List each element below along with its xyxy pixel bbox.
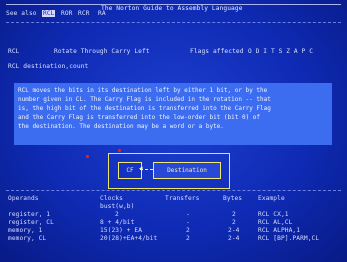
table-row-bytes: 2 (232, 219, 236, 226)
table-row-clocks: 8 + 4/bit (100, 219, 135, 226)
table-header-transfers: Transfers (165, 195, 200, 202)
menu-rcl[interactable]: RCL (42, 10, 56, 17)
red-dot-icon (86, 155, 89, 158)
table-row-example: RCL [BP].PARM,CL (258, 235, 320, 242)
destination-box: Destination (153, 162, 221, 179)
table-row-transfers: - (186, 219, 190, 226)
flags-affected-label: Flags affected (190, 48, 244, 55)
header-divider (6, 22, 341, 23)
table-row-operands: memory, CL (8, 235, 47, 242)
menu-rcr[interactable]: RCR (78, 10, 89, 17)
description-panel: RCL moves the bits in its destination le… (14, 83, 332, 145)
menu-ra[interactable]: RA (98, 10, 106, 17)
rotation-diagram: CF ◀ Destination (108, 153, 230, 189)
table-header-clocks: Clocks (100, 195, 123, 202)
table-row-clocks: 15(23) + EA (100, 227, 143, 234)
description-line: the destination. The destination may be … (18, 123, 224, 130)
menu-ror[interactable]: ROR (61, 10, 72, 17)
description-line: RCL moves the bits in its destination le… (18, 87, 268, 94)
title-bar: The Norton Guide to Assembly Language (6, 4, 341, 14)
norton-guide-screen: The Norton Guide to Assembly Language Se… (0, 0, 347, 262)
table-header-operands: Operands (8, 195, 39, 202)
table-row-clocks: 20(28)+EA+4/bit (100, 235, 158, 242)
arrow-left-icon: ◀ (139, 165, 143, 172)
table-header-example: Example (258, 195, 285, 202)
description-line: number given in CL. The Carry Flag is in… (18, 96, 271, 103)
table-row-bytes: 2-4 (228, 227, 240, 234)
table-divider (6, 190, 341, 191)
menu-see-also[interactable]: See also (6, 10, 37, 17)
table-row-example: RCL AL,CL (258, 219, 293, 226)
table-row-example: RCL CX,1 (258, 211, 289, 218)
table-row-operands: register, 1 (8, 211, 51, 218)
table-row-transfers: 2 (186, 227, 190, 234)
table-row-operands: register, CL (8, 219, 54, 226)
table-row-transfers: 2 (186, 235, 190, 242)
table-row-operands: memory, 1 (8, 227, 43, 234)
table-header-clocks-sub: bust(w,b) (100, 203, 135, 210)
flags-affected-value: O D I T S Z A P C (248, 48, 314, 55)
table-row-transfers: - (186, 211, 190, 218)
instruction-name: Rotate Through Carry Left (54, 48, 150, 55)
table-row-bytes: 2 (232, 211, 236, 218)
table-row-clocks: 2 (115, 211, 119, 218)
description-line: is, the high bit of the destination is t… (18, 105, 271, 112)
table-row-example: RCL ALPHA,1 (258, 227, 301, 234)
table-row-bytes: 2-4 (228, 235, 240, 242)
description-line: and the Carry Flag is transferred into t… (18, 114, 261, 121)
instruction-syntax: RCL destination,count (8, 63, 89, 70)
instruction-mnemonic: RCL (8, 48, 20, 55)
window-title: The Norton Guide to Assembly Language (101, 5, 243, 12)
table-header-bytes: Bytes (223, 195, 243, 202)
red-dot-icon (118, 149, 121, 152)
